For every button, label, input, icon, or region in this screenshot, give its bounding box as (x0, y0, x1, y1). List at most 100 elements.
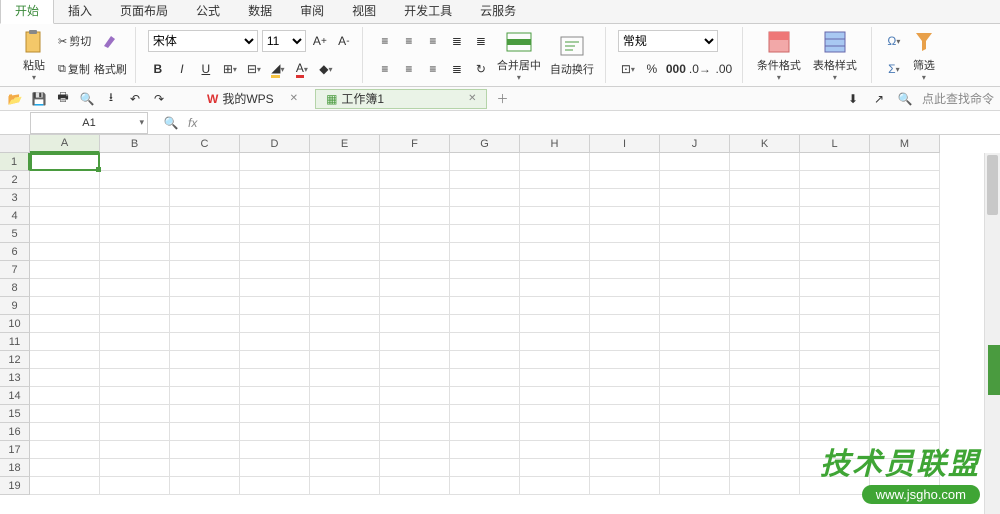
cell[interactable] (590, 405, 660, 423)
cell[interactable] (660, 243, 730, 261)
cell[interactable] (30, 243, 100, 261)
cell[interactable] (520, 333, 590, 351)
cell[interactable] (520, 315, 590, 333)
cell[interactable] (310, 243, 380, 261)
cell[interactable] (310, 153, 380, 171)
phonetic-button[interactable]: ◆▾ (316, 59, 336, 79)
cell[interactable] (800, 351, 870, 369)
cell[interactable] (730, 387, 800, 405)
cell[interactable] (240, 207, 310, 225)
cell[interactable] (100, 279, 170, 297)
cell[interactable] (380, 225, 450, 243)
font-color-button[interactable]: A▾ (292, 59, 312, 79)
tab-home[interactable]: 开始 (0, 0, 54, 24)
cell[interactable] (240, 459, 310, 477)
cell[interactable] (520, 459, 590, 477)
doctab-workbook1[interactable]: ▦ 工作簿1 ✕ (315, 89, 487, 109)
cell[interactable] (30, 207, 100, 225)
cell[interactable] (100, 387, 170, 405)
cell[interactable] (380, 153, 450, 171)
cell[interactable] (730, 261, 800, 279)
cell[interactable] (450, 315, 520, 333)
cell[interactable] (870, 225, 940, 243)
column-header[interactable]: L (800, 135, 870, 153)
cell[interactable] (800, 405, 870, 423)
cell[interactable] (30, 441, 100, 459)
cell[interactable] (660, 315, 730, 333)
tab-layout[interactable]: 页面布局 (106, 0, 182, 23)
cell[interactable] (170, 171, 240, 189)
cell[interactable] (800, 243, 870, 261)
cell[interactable] (30, 387, 100, 405)
cell[interactable] (170, 153, 240, 171)
cell[interactable] (590, 423, 660, 441)
column-header[interactable]: E (310, 135, 380, 153)
cell[interactable] (730, 171, 800, 189)
percent-button[interactable]: % (642, 59, 662, 79)
cell[interactable] (100, 297, 170, 315)
cell[interactable] (730, 153, 800, 171)
cell[interactable] (590, 333, 660, 351)
close-icon[interactable]: ✕ (290, 93, 298, 104)
cell[interactable] (170, 315, 240, 333)
cell[interactable] (170, 459, 240, 477)
cell[interactable] (450, 369, 520, 387)
tab-cloud[interactable]: 云服务 (466, 0, 530, 23)
cell[interactable] (310, 477, 380, 495)
undo-icon[interactable]: ↶ (126, 90, 144, 108)
merge-center-button[interactable]: 合并居中▾ (491, 27, 547, 83)
cell[interactable] (730, 459, 800, 477)
row-header[interactable]: 7 (0, 261, 30, 279)
cell[interactable] (310, 423, 380, 441)
cell[interactable] (170, 297, 240, 315)
search-command-input[interactable]: 点此查找命令 (922, 90, 994, 107)
cell[interactable] (450, 261, 520, 279)
row-header[interactable]: 1 (0, 153, 30, 171)
cell[interactable] (590, 351, 660, 369)
cell[interactable] (450, 207, 520, 225)
cell[interactable] (100, 459, 170, 477)
cell[interactable] (520, 423, 590, 441)
cell[interactable] (730, 207, 800, 225)
cell[interactable] (590, 207, 660, 225)
cell[interactable] (30, 189, 100, 207)
scrollbar-thumb[interactable] (987, 155, 998, 215)
cell[interactable] (170, 189, 240, 207)
cell[interactable] (870, 279, 940, 297)
cell[interactable] (380, 189, 450, 207)
cell[interactable] (870, 207, 940, 225)
cell[interactable] (520, 189, 590, 207)
tab-insert[interactable]: 插入 (54, 0, 106, 23)
cell[interactable] (170, 225, 240, 243)
cell[interactable] (660, 477, 730, 495)
cell[interactable] (660, 459, 730, 477)
cell[interactable] (450, 333, 520, 351)
cell[interactable] (310, 387, 380, 405)
cell[interactable] (240, 405, 310, 423)
border-button[interactable]: ⊞▾ (220, 59, 240, 79)
cell[interactable] (520, 261, 590, 279)
cell[interactable] (660, 153, 730, 171)
cell[interactable] (240, 261, 310, 279)
cell[interactable] (30, 423, 100, 441)
row-header[interactable]: 13 (0, 369, 30, 387)
fill-color-button[interactable]: ◢▾ (268, 59, 288, 79)
cell[interactable] (30, 153, 100, 171)
cell[interactable] (870, 333, 940, 351)
cell[interactable] (450, 459, 520, 477)
wrap-text-button[interactable]: 自动换行 (547, 27, 597, 83)
cell[interactable] (30, 477, 100, 495)
cell[interactable] (450, 351, 520, 369)
cell[interactable] (800, 207, 870, 225)
align-justify-button[interactable]: ≣ (447, 59, 467, 79)
table-style-button[interactable]: 表格样式▾ (807, 27, 863, 83)
cell[interactable] (450, 279, 520, 297)
cell[interactable] (310, 459, 380, 477)
currency-button[interactable]: ⊡▾ (618, 59, 638, 79)
cell[interactable] (30, 297, 100, 315)
column-header[interactable]: D (240, 135, 310, 153)
cell[interactable] (590, 369, 660, 387)
cell[interactable] (380, 333, 450, 351)
cell[interactable] (520, 477, 590, 495)
cell[interactable] (660, 297, 730, 315)
